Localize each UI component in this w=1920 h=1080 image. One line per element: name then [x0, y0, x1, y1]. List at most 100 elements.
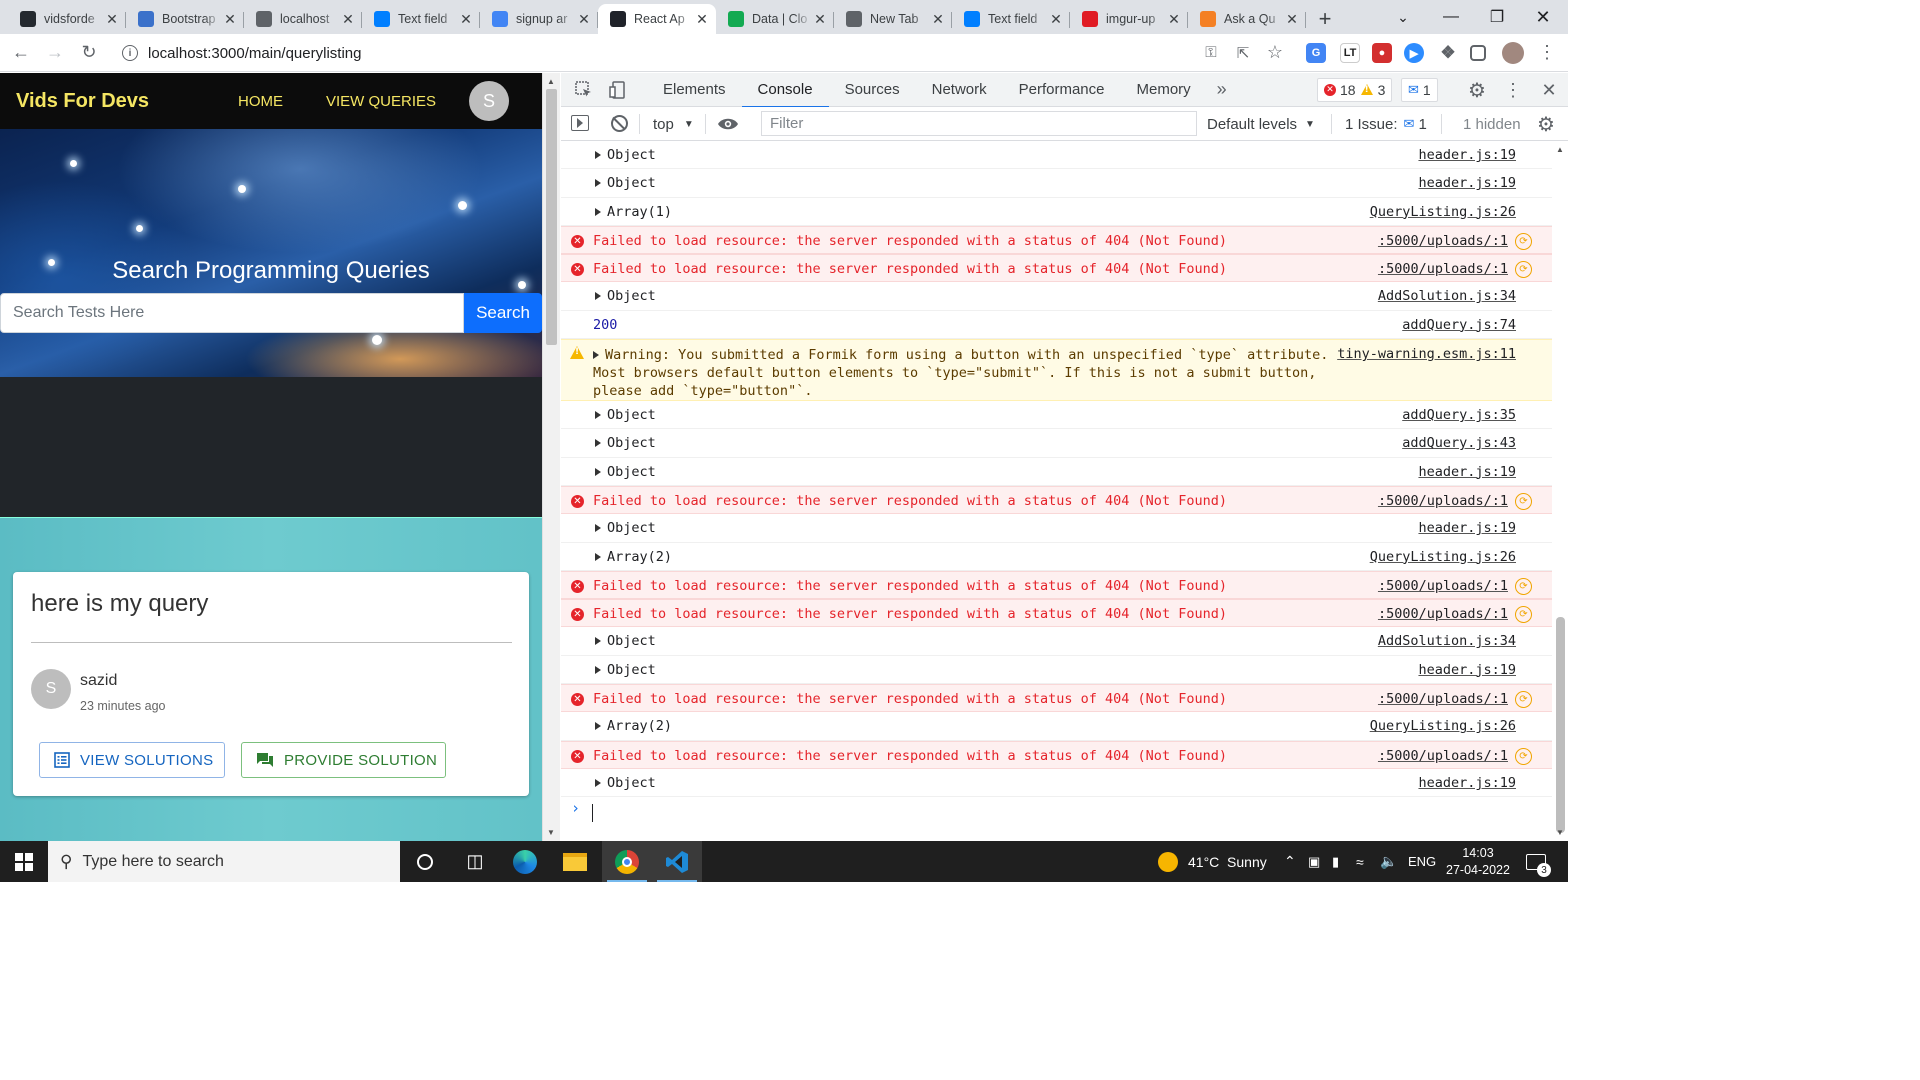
browser-tab[interactable]: signup ar ✕: [480, 4, 598, 34]
close-tab-icon[interactable]: ✕: [694, 11, 710, 28]
console-error-row[interactable]: ✕ Failed to load resource: the server res…: [561, 570, 1568, 600]
vscode-icon[interactable]: [652, 841, 702, 882]
cortana-icon[interactable]: [400, 841, 450, 882]
view-solutions-button[interactable]: VIEW SOLUTIONS: [39, 742, 225, 778]
console-source-link[interactable]: header.js:19: [1418, 662, 1516, 678]
expand-triangle-icon[interactable]: [595, 665, 601, 674]
console-message[interactable]: Object: [595, 633, 656, 649]
wifi-icon[interactable]: ≈: [1356, 841, 1364, 882]
console-message[interactable]: Object: [595, 520, 656, 536]
record-extension-icon[interactable]: ●: [1372, 43, 1392, 63]
clock[interactable]: 14:03 27-04-2022: [1446, 841, 1510, 882]
console-message[interactable]: Array(2): [595, 718, 672, 734]
bookmark-star-icon[interactable]: ☆: [1258, 36, 1292, 70]
expand-triangle-icon[interactable]: [595, 778, 601, 787]
profile-avatar-icon[interactable]: [1502, 42, 1524, 64]
expand-triangle-icon[interactable]: [595, 207, 601, 216]
close-tab-icon[interactable]: ✕: [930, 11, 946, 28]
network-request-icon[interactable]: ⟳: [1515, 577, 1532, 595]
expand-triangle-icon[interactable]: [593, 351, 599, 360]
chrome-taskbar-icon[interactable]: [602, 841, 652, 882]
share-icon[interactable]: ⇱: [1226, 36, 1260, 70]
console-log-row[interactable]: 200 addQuery.js:74: [561, 311, 1568, 340]
notification-center-icon[interactable]: 3: [1526, 841, 1551, 882]
console-source-link[interactable]: :5000/uploads/:1: [1378, 233, 1508, 249]
devtools-tab-elements[interactable]: Elements: [647, 73, 742, 107]
show-hidden-icons-chevron-icon[interactable]: ⌃: [1284, 841, 1296, 882]
chrome-menu-icon[interactable]: ⋮: [1530, 36, 1564, 70]
browser-tab[interactable]: New Tab ✕: [834, 4, 952, 34]
forward-icon[interactable]: →: [38, 36, 72, 70]
console-source-link[interactable]: header.js:19: [1418, 147, 1516, 163]
console-source-link[interactable]: header.js:19: [1418, 520, 1516, 536]
edge-icon[interactable]: [500, 841, 550, 882]
console-source-link[interactable]: :5000/uploads/:1: [1378, 748, 1508, 764]
provide-solution-button[interactable]: PROVIDE SOLUTION: [241, 742, 446, 778]
nav-view-queries-link[interactable]: VIEW QUERIES: [326, 93, 436, 110]
console-error-row[interactable]: ✕ Failed to load resource: the server res…: [561, 599, 1568, 628]
task-view-icon[interactable]: ◫: [450, 841, 500, 882]
console-warning-row[interactable]: Warning: You submitted a Formik form usi…: [561, 339, 1568, 402]
console-message[interactable]: Object: [595, 175, 656, 191]
translate-extension-icon[interactable]: G: [1306, 43, 1326, 63]
close-tab-icon[interactable]: ✕: [222, 11, 238, 28]
nav-home-link[interactable]: HOME: [238, 93, 283, 110]
minimize-button[interactable]: —: [1428, 0, 1474, 34]
close-tab-icon[interactable]: ✕: [576, 11, 592, 28]
lt-extension-icon[interactable]: LT: [1340, 43, 1360, 63]
page-scrollbar[interactable]: ▲ ▼: [542, 73, 560, 841]
search-input[interactable]: Search Tests Here: [0, 293, 464, 333]
expand-triangle-icon[interactable]: [595, 552, 601, 561]
console-error-row[interactable]: ✕ Failed to load resource: the server res…: [561, 740, 1568, 769]
close-devtools-icon[interactable]: ✕: [1533, 73, 1565, 107]
console-message[interactable]: Array(2): [595, 549, 672, 565]
console-filter-input[interactable]: Filter: [761, 111, 1197, 136]
close-tab-icon[interactable]: ✕: [458, 11, 474, 28]
browser-tab[interactable]: Text field ✕: [362, 4, 480, 34]
expand-triangle-icon[interactable]: [595, 179, 601, 188]
console-scrollbar[interactable]: ▲ ▼: [1552, 141, 1568, 841]
console-log-row[interactable]: Object header.js:19: [561, 458, 1568, 486]
extensions-puzzle-icon[interactable]: ❖: [1438, 43, 1458, 63]
show-sidebar-icon[interactable]: [571, 115, 589, 131]
page-scrollbar-thumb[interactable]: [546, 89, 557, 345]
volume-icon[interactable]: 🔈: [1380, 841, 1397, 882]
console-error-row[interactable]: ✕ Failed to load resource: the server res…: [561, 254, 1568, 283]
address-bar[interactable]: i localhost:3000/main/querylisting: [110, 38, 1300, 68]
network-request-icon[interactable]: ⟳: [1515, 606, 1532, 624]
error-warning-counter[interactable]: ✕ 18 3: [1317, 78, 1393, 102]
log-levels-dropdown[interactable]: Default levels ▼: [1207, 107, 1315, 141]
console-source-link[interactable]: addQuery.js:43: [1402, 435, 1516, 451]
battery-icon[interactable]: ▮: [1332, 841, 1339, 882]
expand-triangle-icon[interactable]: [595, 467, 601, 476]
more-tabs-chevron-icon[interactable]: »: [1207, 73, 1237, 107]
weather-widget[interactable]: 41°C Sunny: [1158, 841, 1267, 882]
site-info-icon[interactable]: i: [122, 45, 138, 61]
console-error-row[interactable]: ✕ Failed to load resource: the server res…: [561, 225, 1568, 255]
devtools-tab-memory[interactable]: Memory: [1121, 73, 1207, 107]
browser-tab[interactable]: Data | Clo ✕: [716, 4, 834, 34]
network-request-icon[interactable]: ⟳: [1515, 747, 1532, 765]
settings-gear-icon[interactable]: ⚙: [1461, 73, 1493, 107]
close-tab-icon[interactable]: ✕: [1166, 11, 1182, 28]
console-log-row[interactable]: Object header.js:19: [561, 769, 1568, 798]
devtools-tab-sources[interactable]: Sources: [829, 73, 916, 107]
expand-triangle-icon[interactable]: [595, 439, 601, 448]
console-source-link[interactable]: :5000/uploads/:1: [1378, 606, 1508, 622]
expand-triangle-icon[interactable]: [595, 411, 601, 420]
close-tab-icon[interactable]: ✕: [1284, 11, 1300, 28]
devtools-menu-icon[interactable]: ⋮: [1497, 73, 1529, 107]
console-error-row[interactable]: ✕ Failed to load resource: the server res…: [561, 684, 1568, 713]
scroll-down-arrow-icon[interactable]: ▼: [547, 828, 555, 837]
console-log-row[interactable]: Object header.js:19: [561, 514, 1568, 543]
side-panel-icon[interactable]: [1470, 45, 1486, 61]
browser-tab[interactable]: React Ap ✕: [598, 4, 716, 34]
windows-start-icon[interactable]: [15, 853, 33, 871]
expand-triangle-icon[interactable]: [595, 292, 601, 301]
console-message[interactable]: Object: [595, 288, 656, 304]
console-log-row[interactable]: Object header.js:19: [561, 656, 1568, 685]
expand-triangle-icon[interactable]: [595, 151, 601, 159]
console-log-row[interactable]: Object AddSolution.js:34: [561, 282, 1568, 311]
issues-button[interactable]: 1 Issue: ✉ 1: [1345, 107, 1427, 141]
console-message[interactable]: Object: [595, 435, 656, 451]
